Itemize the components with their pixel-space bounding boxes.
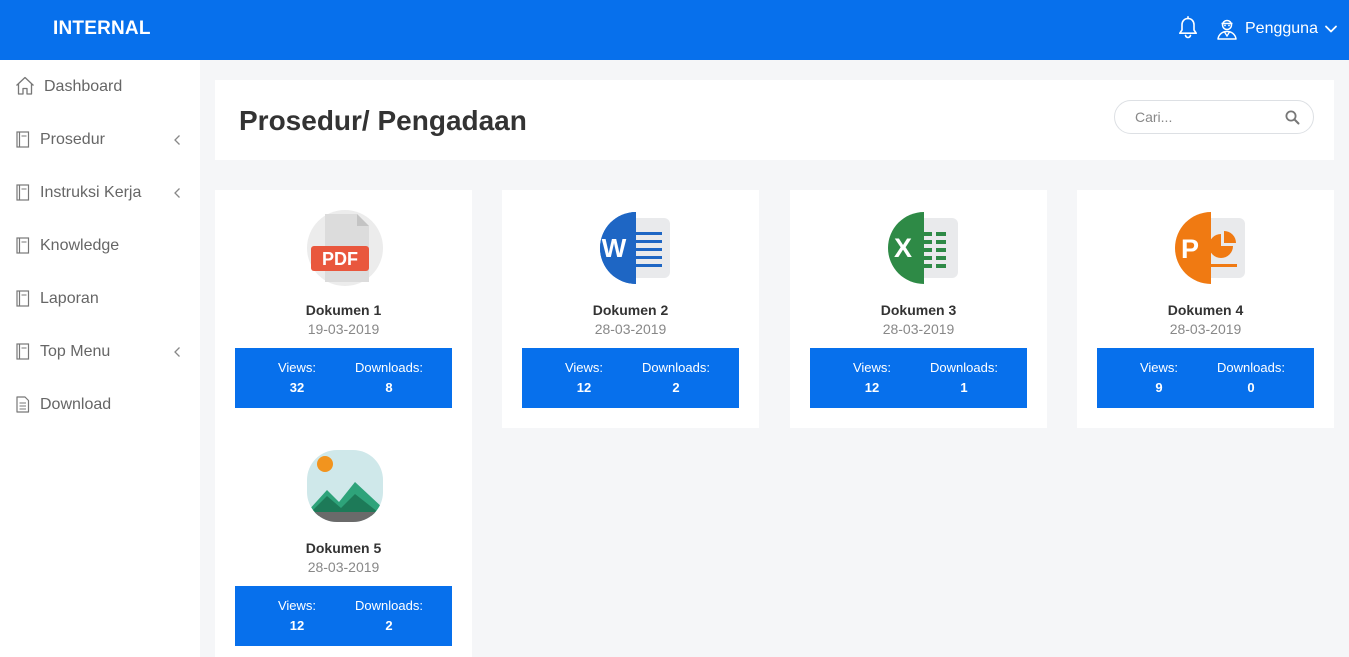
- user-name: Pengguna: [1245, 20, 1318, 37]
- views-label: Views:: [852, 360, 892, 375]
- document-card[interactable]: Dokumen 5 28-03-2019 Views: 12 Downloads…: [215, 428, 472, 657]
- downloads-stat: Downloads: 1: [914, 360, 1014, 395]
- downloads-count: 2: [385, 618, 393, 633]
- document-card[interactable]: W Dokumen 2 28-03-2019 Views: 12 Downloa…: [502, 190, 759, 428]
- views-label: Views:: [564, 360, 604, 375]
- pdf-file-icon: PDF: [307, 210, 383, 286]
- document-stats: Views: 32 Downloads: 8: [235, 348, 452, 408]
- sidebar-item-instruksi-kerja[interactable]: Instruksi Kerja: [0, 173, 200, 213]
- file-icon: [16, 396, 30, 413]
- sidebar-item-prosedur[interactable]: Prosedur: [0, 120, 200, 160]
- downloads-label: Downloads:: [642, 360, 710, 375]
- downloads-count: 0: [1247, 380, 1255, 395]
- downloads-label: Downloads:: [355, 598, 423, 613]
- svg-text:P: P: [1181, 234, 1199, 264]
- views-label: Views:: [277, 598, 317, 613]
- powerpoint-file-icon: P: [1175, 212, 1245, 284]
- document-icon: [16, 237, 30, 254]
- downloads-count: 2: [672, 380, 680, 395]
- sidebar-item-label: Instruksi Kerja: [40, 184, 142, 201]
- views-stat: Views: 32: [247, 360, 347, 395]
- sidebar-item-label: Knowledge: [40, 237, 120, 254]
- downloads-stat: Downloads: 2: [626, 360, 726, 395]
- page-title: Prosedur/ Pengadaan: [239, 105, 527, 136]
- views-label: Views:: [277, 360, 317, 375]
- sidebar-item-label: Dashboard: [44, 78, 123, 95]
- search-input[interactable]: [1135, 109, 1280, 125]
- document-icon: [16, 290, 30, 307]
- sidebar-item-label: Download: [40, 396, 112, 413]
- document-name: Dokumen 5: [305, 540, 382, 556]
- views-stat: Views: 12: [247, 598, 347, 633]
- document-card[interactable]: P Dokumen 4 28-03-2019 Views: 9 Download…: [1077, 190, 1334, 428]
- downloads-count: 1: [960, 380, 968, 395]
- document-stats: Views: 12 Downloads: 2: [522, 348, 739, 408]
- document-name: Dokumen 4: [1167, 302, 1244, 318]
- brand-logo[interactable]: INTERNAL: [53, 18, 151, 40]
- excel-file-icon: X: [888, 212, 958, 284]
- views-count: 12: [576, 380, 592, 395]
- sidebar-item-top-menu[interactable]: Top Menu: [0, 332, 200, 372]
- bell-icon[interactable]: [1177, 16, 1199, 40]
- sidebar: Dashboard Prosedur Instruksi Kerja Knowl: [0, 60, 200, 657]
- document-icon: [16, 184, 30, 201]
- document-stats: Views: 12 Downloads: 1: [810, 348, 1027, 408]
- views-stat: Views: 12: [822, 360, 922, 395]
- views-stat: Views: 9: [1109, 360, 1209, 395]
- downloads-count: 8: [385, 380, 393, 395]
- search-box: [1114, 100, 1314, 134]
- sidebar-item-dashboard[interactable]: Dashboard: [0, 67, 200, 107]
- chevron-left-icon: [174, 347, 180, 357]
- document-card[interactable]: PDF Dokumen 1 19-03-2019 Views: 32 Downl…: [215, 190, 472, 428]
- views-label: Views:: [1139, 360, 1179, 375]
- downloads-stat: Downloads: 0: [1201, 360, 1301, 395]
- svg-text:W: W: [602, 233, 627, 263]
- chevron-left-icon: [174, 188, 180, 198]
- views-count: 9: [1155, 380, 1163, 395]
- sidebar-item-label: Laporan: [40, 290, 99, 307]
- document-date: 19-03-2019: [307, 321, 380, 337]
- downloads-stat: Downloads: 2: [339, 598, 439, 633]
- svg-text:X: X: [894, 233, 912, 263]
- sidebar-item-download[interactable]: Download: [0, 385, 200, 425]
- document-name: Dokumen 3: [880, 302, 957, 318]
- downloads-label: Downloads:: [355, 360, 423, 375]
- document-date: 28-03-2019: [307, 559, 380, 575]
- sidebar-item-laporan[interactable]: Laporan: [0, 279, 200, 319]
- sidebar-item-label: Top Menu: [40, 343, 111, 360]
- views-count: 12: [864, 380, 880, 395]
- document-name: Dokumen 2: [592, 302, 669, 318]
- views-count: 12: [289, 618, 305, 633]
- top-bar: INTERNAL Pengguna: [0, 0, 1349, 60]
- document-date: 28-03-2019: [882, 321, 955, 337]
- document-stats: Views: 12 Downloads: 2: [235, 586, 452, 646]
- downloads-label: Downloads:: [1217, 360, 1285, 375]
- views-stat: Views: 12: [534, 360, 634, 395]
- search-icon[interactable]: [1285, 110, 1300, 125]
- document-stats: Views: 9 Downloads: 0: [1097, 348, 1314, 408]
- document-date: 28-03-2019: [594, 321, 667, 337]
- document-name: Dokumen 1: [305, 302, 382, 318]
- sidebar-item-label: Prosedur: [40, 131, 105, 148]
- chevron-down-icon: [1325, 25, 1337, 33]
- document-icon: [16, 343, 30, 360]
- page-header: Prosedur/ Pengadaan: [215, 80, 1334, 160]
- document-icon: [16, 131, 30, 148]
- image-file-icon: [307, 450, 383, 522]
- home-icon: [16, 76, 34, 95]
- document-date: 28-03-2019: [1169, 321, 1242, 337]
- chevron-left-icon: [174, 135, 180, 145]
- user-menu[interactable]: Pengguna: [1215, 15, 1338, 43]
- word-file-icon: W: [600, 212, 670, 284]
- downloads-stat: Downloads: 8: [339, 360, 439, 395]
- views-count: 32: [289, 380, 305, 395]
- svg-text:PDF: PDF: [322, 249, 358, 269]
- downloads-label: Downloads:: [930, 360, 998, 375]
- sidebar-item-knowledge[interactable]: Knowledge: [0, 226, 200, 266]
- user-icon: [1217, 19, 1237, 40]
- document-card[interactable]: X Dokumen 3 28-03-2019 Views: 12 Downloa…: [790, 190, 1047, 428]
